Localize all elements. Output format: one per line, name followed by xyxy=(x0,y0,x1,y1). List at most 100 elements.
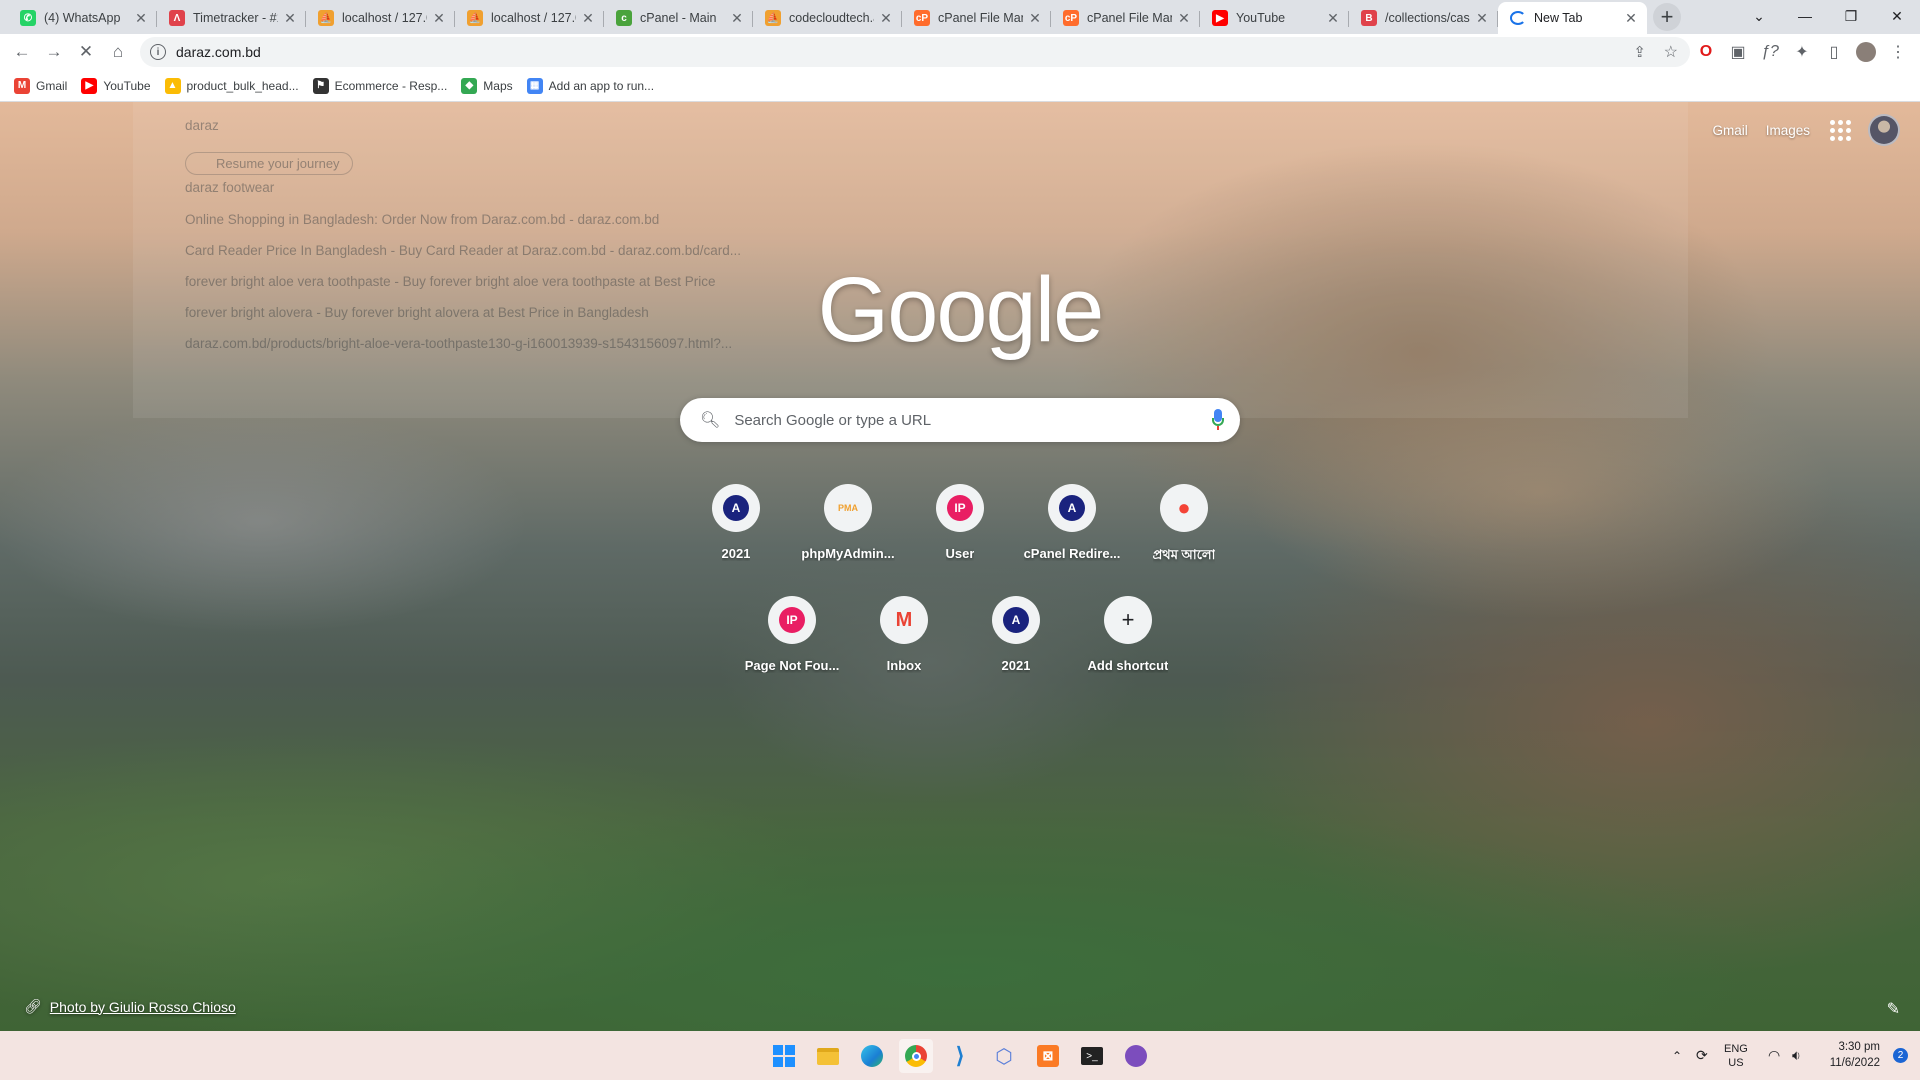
bookmark-label[interactable]: product_bulk_head... xyxy=(187,79,299,93)
formula-extension-icon[interactable]: ƒ? xyxy=(1754,36,1786,68)
shortcut-tile[interactable]: AcPanel Redire... xyxy=(1016,468,1128,580)
shortcut-tile[interactable]: A 2021 xyxy=(680,468,792,580)
shortcut-tile[interactable]: M Inbox xyxy=(848,580,960,692)
shortcut-icon-circle[interactable]: IP xyxy=(768,596,816,644)
tab-title[interactable]: cPanel File Man xyxy=(1087,11,1172,25)
tab-close-icon[interactable]: ✕ xyxy=(133,10,149,26)
shortcut-icon-circle[interactable]: IP xyxy=(936,484,984,532)
tab-title[interactable]: codecloudtech.a xyxy=(789,11,874,25)
bookmark-item[interactable]: ▦ Add an app to run... xyxy=(523,72,664,100)
shortcut-label[interactable]: User xyxy=(946,546,975,561)
add-shortcut-tile[interactable]: + Add shortcut xyxy=(1072,580,1184,692)
address-bar-url[interactable]: daraz.com.bd xyxy=(176,44,261,60)
shortcut-label[interactable]: Add shortcut xyxy=(1088,658,1169,673)
browser-tab[interactable]: Λ Timetracker - #1 ✕ xyxy=(157,2,306,34)
tab-close-icon[interactable]: ✕ xyxy=(1325,10,1341,26)
shortcut-label[interactable]: cPanel Redire... xyxy=(1024,546,1121,561)
edge-icon[interactable] xyxy=(855,1039,889,1073)
tab-title[interactable]: YouTube xyxy=(1236,11,1321,25)
file-explorer-icon[interactable] xyxy=(811,1039,845,1073)
tab-title[interactable]: /collections/cas xyxy=(1385,11,1470,25)
address-bar[interactable]: i daraz.com.bd ⇪ ☆ xyxy=(140,37,1690,67)
tab-title[interactable]: localhost / 127.0 xyxy=(342,11,427,25)
browser-tab[interactable]: cP cPanel File Man ✕ xyxy=(902,2,1051,34)
tab-close-icon[interactable]: ✕ xyxy=(1176,10,1192,26)
bookmark-item[interactable]: ◆ Maps xyxy=(457,72,522,100)
shortcut-label[interactable]: Inbox xyxy=(887,658,922,673)
tray-overflow-icon[interactable]: ⌃ xyxy=(1672,1031,1682,1080)
shortcut-label[interactable]: Page Not Fou... xyxy=(745,658,840,673)
restore-icon[interactable]: ❐ xyxy=(1828,0,1874,32)
new-tab-button[interactable]: + xyxy=(1653,3,1681,31)
close-window-icon[interactable]: ✕ xyxy=(1874,0,1920,32)
bookmark-item[interactable]: ▲ product_bulk_head... xyxy=(161,72,309,100)
shortcut-label[interactable]: 2021 xyxy=(722,546,751,561)
browser-tab[interactable]: ▶ YouTube ✕ xyxy=(1200,2,1349,34)
shortcut-icon-circle[interactable]: A xyxy=(1048,484,1096,532)
share-icon[interactable]: ⇪ xyxy=(1633,43,1646,61)
bookmark-item[interactable]: ▶ YouTube xyxy=(77,72,160,100)
ntp-search-box[interactable]: 🔍︎ Search Google or type a URL xyxy=(680,398,1240,442)
browser-tab[interactable]: ⛵ localhost / 127.0 ✕ xyxy=(455,2,604,34)
shortcut-icon-circle[interactable]: PMA xyxy=(824,484,872,532)
tab-title[interactable]: localhost / 127.0 xyxy=(491,11,576,25)
stop-loading-icon[interactable]: ✕ xyxy=(70,36,102,68)
tab-title[interactable]: New Tab xyxy=(1534,11,1619,25)
bookmark-label[interactable]: Add an app to run... xyxy=(549,79,654,93)
side-panel-icon[interactable]: ▯ xyxy=(1818,36,1850,68)
tab-close-icon[interactable]: ✕ xyxy=(1027,10,1043,26)
opera-extension-icon[interactable]: O xyxy=(1690,36,1722,68)
browser-tab[interactable]: ✆ (4) WhatsApp ✕ xyxy=(8,2,157,34)
bookmark-star-icon[interactable]: ☆ xyxy=(1664,42,1678,62)
tab-title[interactable]: cPanel File Man xyxy=(938,11,1023,25)
shortcut-icon-circle[interactable]: A xyxy=(712,484,760,532)
shortcut-tile[interactable]: PMA phpMyAdmin... xyxy=(792,468,904,580)
minimize-icon[interactable]: — xyxy=(1782,0,1828,32)
shortcut-tile[interactable]: IP User xyxy=(904,468,1016,580)
shortcut-icon-circle[interactable]: ● xyxy=(1160,484,1208,532)
tab-search-icon[interactable]: ⌄ xyxy=(1736,0,1782,32)
profile-avatar-icon[interactable] xyxy=(1850,36,1882,68)
browser-tab[interactable]: c cPanel - Main ✕ xyxy=(604,2,753,34)
gmail-link[interactable]: Gmail xyxy=(1712,123,1747,138)
google-apps-icon[interactable] xyxy=(1828,118,1852,142)
tab-title[interactable]: (4) WhatsApp xyxy=(44,11,129,25)
extensions-puzzle-icon[interactable]: ✦ xyxy=(1786,36,1818,68)
taskbar-clock[interactable]: 3:30 pm 11/6/2022 xyxy=(1830,1039,1880,1071)
shortcut-tile[interactable]: A 2021 xyxy=(960,580,1072,692)
screenshot-extension-icon[interactable]: ▣ xyxy=(1722,36,1754,68)
photo-attribution-link[interactable]: Photo by Giulio Rosso Chioso xyxy=(50,999,236,1015)
browser-tab[interactable]: ⛵ localhost / 127.0 ✕ xyxy=(306,2,455,34)
menu-kebab-icon[interactable]: ⋮ xyxy=(1882,36,1914,68)
windows-start-icon[interactable] xyxy=(767,1039,801,1073)
tab-close-icon[interactable]: ✕ xyxy=(431,10,447,26)
customize-pencil-icon[interactable]: ✎ xyxy=(1887,999,1900,1019)
browser-tab[interactable]: New Tab ✕ xyxy=(1498,2,1647,34)
shortcut-tile[interactable]: ● প্রথম আলো xyxy=(1128,468,1240,580)
shortcut-icon-circle[interactable]: M xyxy=(880,596,928,644)
search-placeholder[interactable]: Search Google or type a URL xyxy=(734,412,1212,429)
shortcut-label[interactable]: 2021 xyxy=(1002,658,1031,673)
chrome-taskbar-icon[interactable] xyxy=(899,1039,933,1073)
bookmark-label[interactable]: Ecommerce - Resp... xyxy=(335,79,448,93)
tab-title[interactable]: Timetracker - #1 xyxy=(193,11,278,25)
bookmark-label[interactable]: Gmail xyxy=(36,79,67,93)
browser-tab[interactable]: B/collections/cas ✕ xyxy=(1349,2,1498,34)
shortcut-label[interactable]: phpMyAdmin... xyxy=(801,546,894,561)
shortcut-icon-circle[interactable]: A xyxy=(992,596,1040,644)
home-icon[interactable]: ⌂ xyxy=(102,36,134,68)
browser-tab[interactable]: ⛵ codecloudtech.a ✕ xyxy=(753,2,902,34)
tab-title[interactable]: cPanel - Main xyxy=(640,11,725,25)
sync-icon[interactable]: ⟳ xyxy=(1696,1031,1708,1080)
browser-tab[interactable]: cP cPanel File Man ✕ xyxy=(1051,2,1200,34)
shortcut-tile[interactable]: IP Page Not Fou... xyxy=(736,580,848,692)
voice-search-mic-icon[interactable] xyxy=(1212,409,1224,431)
shortcut-label[interactable]: প্রথম আলো xyxy=(1153,546,1216,567)
bookmark-item[interactable]: ⚑ Ecommerce - Resp... xyxy=(309,72,458,100)
bookmark-label[interactable]: YouTube xyxy=(103,79,150,93)
volume-icon[interactable]: 🔉︎ xyxy=(1792,1031,1801,1080)
bookmark-item[interactable]: M Gmail xyxy=(10,72,77,100)
wifi-icon[interactable]: ◠ xyxy=(1768,1031,1780,1080)
tab-close-icon[interactable]: ✕ xyxy=(729,10,745,26)
bookmark-label[interactable]: Maps xyxy=(483,79,512,93)
